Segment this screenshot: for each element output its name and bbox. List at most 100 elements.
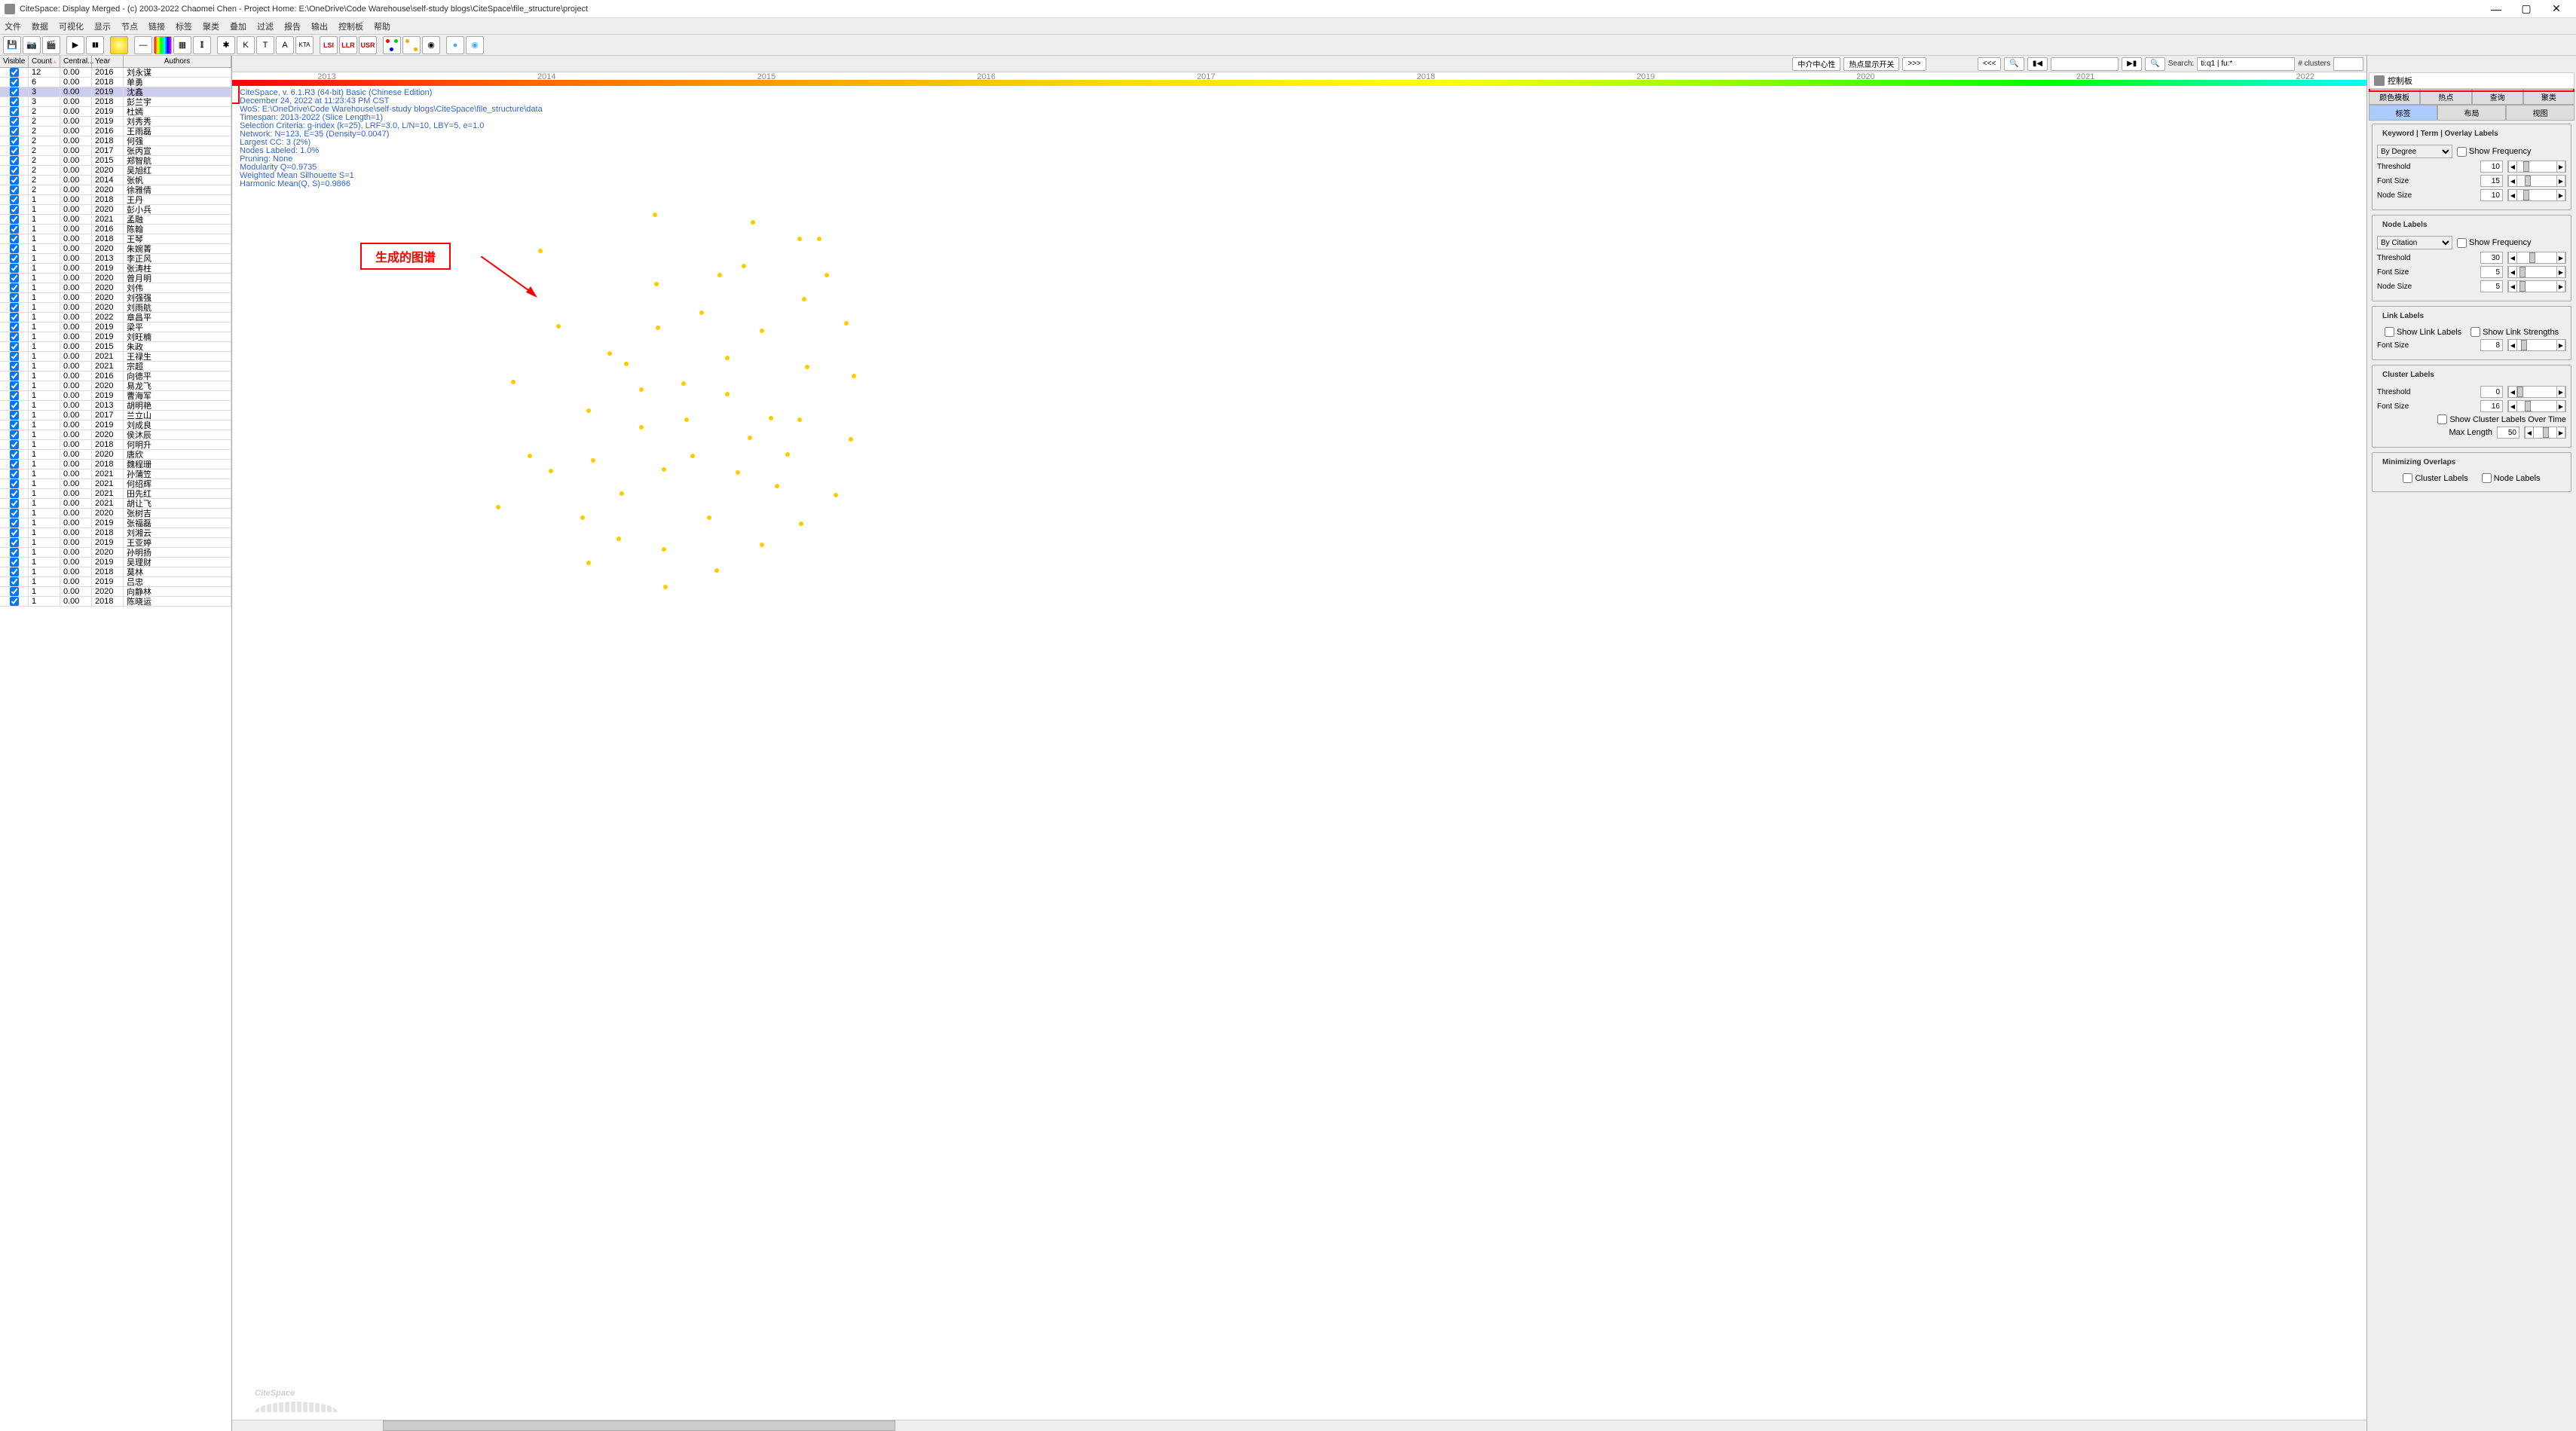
- graph-node[interactable]: [681, 381, 686, 386]
- graph-node[interactable]: [751, 220, 755, 225]
- graph-node[interactable]: [699, 310, 704, 315]
- graph-node[interactable]: [844, 321, 849, 326]
- graph-node[interactable]: [736, 470, 740, 475]
- show-link-strengths-check[interactable]: [2470, 327, 2480, 337]
- visible-check[interactable]: [10, 313, 19, 322]
- show-link-labels-check[interactable]: [2385, 327, 2394, 337]
- graph-node[interactable]: [748, 436, 752, 440]
- graph-node[interactable]: [760, 329, 764, 333]
- graph-node[interactable]: [769, 416, 773, 420]
- menu-输出[interactable]: 输出: [311, 20, 328, 32]
- graph-node[interactable]: [717, 273, 722, 277]
- visible-check[interactable]: [10, 195, 19, 204]
- node-threshold-slider[interactable]: ◀▶: [2507, 252, 2566, 264]
- graph-node[interactable]: [580, 515, 585, 520]
- visible-check[interactable]: [10, 87, 19, 96]
- play-button[interactable]: [66, 36, 84, 54]
- node-link-button[interactable]: [466, 36, 484, 54]
- col-year[interactable]: Year: [92, 56, 124, 67]
- visible-check[interactable]: [10, 489, 19, 498]
- visible-check[interactable]: [10, 440, 19, 449]
- graph-node[interactable]: [549, 469, 553, 473]
- menu-控制板[interactable]: 控制板: [338, 20, 363, 32]
- line-button[interactable]: —: [134, 36, 152, 54]
- horizontal-scrollbar[interactable]: [232, 1420, 2366, 1431]
- node-fontsize-slider[interactable]: ◀▶: [2507, 266, 2566, 278]
- visible-check[interactable]: [10, 450, 19, 459]
- graph-node[interactable]: [639, 387, 644, 392]
- visible-check[interactable]: [10, 136, 19, 145]
- graph-node[interactable]: [528, 454, 532, 458]
- visible-check[interactable]: [10, 78, 19, 87]
- close-button[interactable]: ✕: [2541, 0, 2571, 18]
- cluster-maxlength-slider[interactable]: ◀▶: [2524, 427, 2566, 439]
- graph-node[interactable]: [805, 365, 809, 369]
- menu-链接[interactable]: 链接: [148, 20, 165, 32]
- graph-node[interactable]: [620, 491, 624, 496]
- visible-check[interactable]: [10, 401, 19, 410]
- graph-node[interactable]: [591, 458, 595, 463]
- graph-node[interactable]: [725, 356, 730, 360]
- visible-check[interactable]: [10, 342, 19, 351]
- node-by-select[interactable]: By Citation: [2377, 236, 2452, 249]
- visible-check[interactable]: [10, 176, 19, 185]
- min-node-check[interactable]: [2482, 473, 2492, 483]
- graph-node[interactable]: [538, 249, 543, 253]
- menu-数据[interactable]: 数据: [32, 20, 48, 32]
- visible-check[interactable]: [10, 254, 19, 263]
- visible-check[interactable]: [10, 381, 19, 390]
- link-fontsize-slider[interactable]: ◀▶: [2507, 339, 2566, 351]
- forward-button[interactable]: >>>: [1902, 57, 1926, 71]
- nav-last-button[interactable]: ▶▮: [2122, 57, 2142, 71]
- visible-check[interactable]: [10, 548, 19, 557]
- graph-node[interactable]: [849, 437, 853, 442]
- visible-check[interactable]: [10, 430, 19, 439]
- back-button[interactable]: <<<: [1978, 57, 2002, 71]
- cluster-threshold-input[interactable]: [2480, 386, 2503, 398]
- save-button[interactable]: [3, 36, 21, 54]
- graph-node[interactable]: [834, 493, 838, 497]
- graph-node[interactable]: [797, 237, 802, 241]
- zoom-out-button[interactable]: 🔍: [2004, 57, 2024, 71]
- graph-node[interactable]: [496, 505, 500, 509]
- menu-可视化[interactable]: 可视化: [59, 20, 84, 32]
- graph-node[interactable]: [624, 362, 629, 366]
- visible-check[interactable]: [10, 303, 19, 312]
- visible-check[interactable]: [10, 107, 19, 116]
- graph-node[interactable]: [656, 326, 660, 330]
- graph-node[interactable]: [607, 351, 612, 356]
- search-input[interactable]: [2197, 57, 2295, 71]
- stop-layout-button[interactable]: [86, 36, 104, 54]
- menu-标签[interactable]: 标签: [176, 20, 192, 32]
- keyword-show-freq-check[interactable]: [2457, 147, 2467, 157]
- visible-check[interactable]: [10, 293, 19, 302]
- visible-check[interactable]: [10, 205, 19, 214]
- visible-check[interactable]: [10, 362, 19, 371]
- menu-帮助[interactable]: 帮助: [374, 20, 390, 32]
- menu-叠加[interactable]: 叠加: [230, 20, 246, 32]
- llr-button[interactable]: LLR: [339, 36, 357, 54]
- link-dots-button[interactable]: [402, 36, 421, 54]
- snapshot-button[interactable]: [23, 36, 41, 54]
- timeline-button[interactable]: 𝕀: [193, 36, 211, 54]
- visible-check[interactable]: [10, 538, 19, 547]
- visible-check[interactable]: [10, 499, 19, 508]
- visible-check[interactable]: [10, 420, 19, 430]
- visible-check[interactable]: [10, 97, 19, 106]
- keyword-nodesize-input[interactable]: [2480, 189, 2503, 201]
- visible-check[interactable]: [10, 117, 19, 126]
- graph-node[interactable]: [714, 568, 719, 573]
- visible-check[interactable]: [10, 567, 19, 576]
- graph-node[interactable]: [825, 273, 829, 277]
- visible-check[interactable]: [10, 587, 19, 596]
- keyword-by-select[interactable]: By Degree: [2377, 145, 2452, 158]
- keyword-fontsize-slider[interactable]: ◀▶: [2507, 175, 2566, 187]
- graph-node[interactable]: [663, 585, 668, 589]
- spectrum-button[interactable]: [154, 36, 172, 54]
- k-button[interactable]: K: [237, 36, 255, 54]
- menu-聚类[interactable]: 聚类: [203, 20, 219, 32]
- betweenness-centrality-button[interactable]: 中介中心性: [1792, 57, 1840, 71]
- nav-first-button[interactable]: ▮◀: [2027, 57, 2048, 71]
- tab-布局[interactable]: 布局: [2437, 105, 2506, 120]
- ring-button[interactable]: ◉: [422, 36, 440, 54]
